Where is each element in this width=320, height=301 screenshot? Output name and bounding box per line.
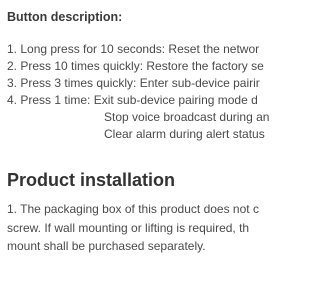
product-installation-paragraph: 1. The packaging box of this product doe…: [7, 200, 312, 256]
button-description-list: 1. Long press for 10 seconds: Reset the …: [7, 41, 269, 143]
list-item: 1. Long press for 10 seconds: Reset the …: [7, 42, 260, 56]
button-description-title: Button description:: [7, 10, 123, 24]
list-item: 3. Press 3 times quickly: Enter sub-devi…: [7, 76, 260, 90]
paragraph-line: 1. The packaging box of this product doe…: [7, 202, 259, 216]
list-item: 2. Press 10 times quickly: Restore the f…: [7, 59, 264, 73]
product-installation-heading: Product installation: [7, 170, 176, 190]
document-page: Button description: 1. Long press for 10…: [0, 0, 312, 301]
list-item: 4. Press 1 time: Exit sub-device pairing…: [7, 93, 258, 107]
list-item-continuation: Stop voice broadcast during an: [104, 110, 270, 124]
paragraph-line: screw. If wall mounting or lifting is re…: [7, 220, 250, 235]
paragraph-line: mount shall be purchased separately.: [7, 239, 206, 253]
list-item-continuation: Clear alarm during alert status: [104, 127, 265, 141]
